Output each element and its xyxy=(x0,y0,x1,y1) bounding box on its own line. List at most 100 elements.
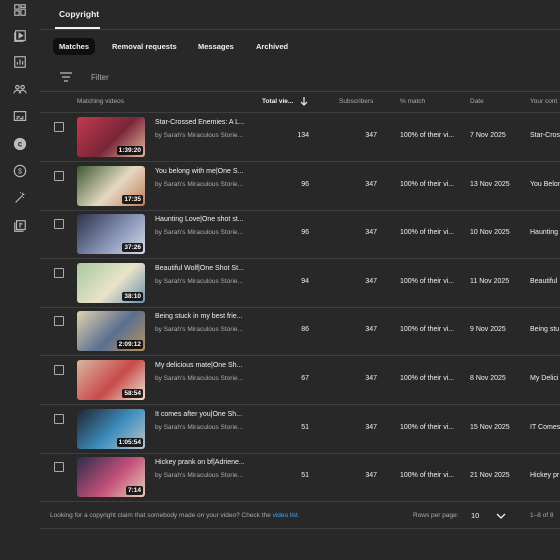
column-match[interactable]: % match xyxy=(400,98,425,105)
video-thumbnail[interactable]: 58:54 xyxy=(77,360,145,400)
match-date: 10 Nov 2025 xyxy=(470,229,510,237)
page-title: Copyright xyxy=(59,9,100,19)
your-content-title[interactable]: Beautiful xyxy=(530,278,557,285)
match-date: 8 Nov 2025 xyxy=(470,375,506,382)
your-content-title[interactable]: You Belon xyxy=(530,181,560,188)
table-row[interactable]: 2:09:12 Being stuck in my best frie... b… xyxy=(40,307,560,357)
column-subscribers[interactable]: Subscribers xyxy=(339,98,373,105)
tab-removal-requests[interactable]: Removal requests xyxy=(106,38,183,55)
match-percent: 100% of their vi... xyxy=(400,472,455,480)
table-row[interactable]: 38:10 Beautiful Wolf|One Shot St... by S… xyxy=(40,259,560,308)
analytics-icon[interactable] xyxy=(12,54,28,70)
row-checkbox[interactable] xyxy=(54,413,64,424)
column-total-views[interactable]: Total vie... xyxy=(262,98,293,105)
row-checkbox[interactable] xyxy=(54,365,64,375)
video-thumbnail[interactable]: 37:26 xyxy=(77,214,145,255)
table-row[interactable]: 58:54 My delicious mate|One Sh... by Sar… xyxy=(40,356,560,405)
row-checkbox[interactable] xyxy=(54,462,64,473)
video-channel[interactable]: by Sarah's Miraculous Storie... xyxy=(155,472,243,479)
copyright-icon[interactable]: c xyxy=(12,136,28,152)
rows-per-page-label: Rows per page: xyxy=(413,512,459,519)
row-checkbox[interactable] xyxy=(54,267,64,278)
video-thumbnail[interactable]: 1:05:54 xyxy=(77,408,145,449)
video-channel[interactable]: by Sarah's Miraculous Storie... xyxy=(155,326,243,333)
subscribers-count: 347 xyxy=(365,326,377,334)
table-row[interactable]: 37:26 Haunting Love|One shot st... by Sa… xyxy=(40,210,560,260)
video-title[interactable]: Beautiful Wolf|One Shot St... xyxy=(155,265,244,272)
table-row[interactable]: 17:35 You belong with me|One S... by Sar… xyxy=(40,162,560,211)
filter-bar[interactable]: Filter xyxy=(40,64,560,92)
video-channel[interactable]: by Sarah's Miraculous Storie... xyxy=(155,278,243,285)
match-date: 9 Nov 2025 xyxy=(470,326,506,334)
total-views: 94 xyxy=(301,277,309,285)
video-duration: 1:39:20 xyxy=(116,146,143,155)
table-row[interactable]: 1:05:54 It comes after you|One Sh... by … xyxy=(40,405,560,454)
subtitles-icon[interactable] xyxy=(12,108,28,124)
chevron-down-icon[interactable] xyxy=(496,512,506,520)
row-checkbox[interactable] xyxy=(54,316,64,327)
subscribers-count: 347 xyxy=(365,423,377,431)
content-icon[interactable] xyxy=(12,28,28,44)
your-content-title[interactable]: Haunting xyxy=(530,229,558,236)
match-date: 13 Nov 2025 xyxy=(470,180,510,188)
video-thumbnail[interactable]: 38:10 xyxy=(77,262,145,303)
video-channel[interactable]: by Sarah's Miraculous Storie... xyxy=(155,375,243,382)
your-content-title[interactable]: Being stu xyxy=(530,326,559,333)
video-duration: 38:10 xyxy=(122,291,143,301)
video-title[interactable]: My delicious mate|One Sh... xyxy=(155,362,242,369)
customization-icon[interactable] xyxy=(12,190,28,206)
your-content-title[interactable]: IT Comes xyxy=(530,424,560,431)
video-title[interactable]: It comes after you|One Sh... xyxy=(155,411,242,418)
rows-per-page-select[interactable]: 10 xyxy=(471,511,479,520)
sort-descending-icon[interactable] xyxy=(300,96,308,106)
video-channel[interactable]: by Sarah's Miraculous Storie... xyxy=(155,424,243,431)
row-divider xyxy=(40,501,560,503)
your-content-title[interactable]: Hickey pr xyxy=(530,472,559,479)
total-views: 51 xyxy=(301,472,309,480)
earn-icon[interactable]: $ xyxy=(12,163,28,179)
filter-icon[interactable] xyxy=(59,72,73,82)
video-thumbnail[interactable]: 2:09:12 xyxy=(77,311,145,352)
row-checkbox[interactable] xyxy=(54,122,64,132)
column-your-content[interactable]: Your cont xyxy=(530,98,557,105)
match-date: 7 Nov 2025 xyxy=(470,132,506,139)
dashboard-icon[interactable] xyxy=(12,2,28,18)
your-content-title[interactable]: My Delici xyxy=(530,375,558,382)
pagination-range: 1–8 of 8 xyxy=(530,512,554,519)
tab-messages[interactable]: Messages xyxy=(192,38,240,55)
row-checkbox[interactable] xyxy=(54,170,64,181)
video-title[interactable]: Hickey prank on bf|Adriene... xyxy=(155,459,245,466)
audio-library-icon[interactable] xyxy=(12,218,28,234)
video-title[interactable]: Being stuck in my best frie... xyxy=(155,313,243,320)
footer-help-label: Looking for a copyright claim that someb… xyxy=(50,512,271,519)
video-channel[interactable]: by Sarah's Miraculous Storie... xyxy=(155,132,243,139)
video-thumbnail[interactable]: 7:14 xyxy=(77,457,145,498)
video-thumbnail[interactable]: 17:35 xyxy=(77,165,145,206)
community-icon[interactable] xyxy=(12,81,28,97)
video-duration: 1:05:54 xyxy=(116,437,143,447)
tab-matches[interactable]: Matches xyxy=(53,38,96,55)
row-checkbox[interactable] xyxy=(54,219,64,230)
video-duration: 37:26 xyxy=(122,243,143,253)
column-date[interactable]: Date xyxy=(470,98,484,105)
video-title[interactable]: Star-Crossed Enemies: A L... xyxy=(155,119,245,126)
match-percent: 100% of their vi... xyxy=(400,132,455,139)
video-list-link[interactable]: video list. xyxy=(273,512,300,519)
subscribers-count: 347 xyxy=(365,277,377,285)
tab-archived[interactable]: Archived xyxy=(250,38,294,55)
header-divider xyxy=(40,29,560,30)
video-duration: 7:14 xyxy=(125,486,143,496)
filter-input[interactable]: Filter xyxy=(91,73,109,82)
video-title[interactable]: Haunting Love|One shot st... xyxy=(155,216,244,223)
table-row[interactable]: 1:39:20 Star-Crossed Enemies: A L... by … xyxy=(40,113,560,162)
video-title[interactable]: You belong with me|One S... xyxy=(155,168,243,175)
video-channel[interactable]: by Sarah's Miraculous Storie... xyxy=(155,229,243,236)
video-channel[interactable]: by Sarah's Miraculous Storie... xyxy=(155,181,243,188)
left-nav-rail: c $ xyxy=(0,0,40,560)
video-thumbnail[interactable]: 1:39:20 xyxy=(77,117,145,157)
table-row[interactable]: 7:14 Hickey prank on bf|Adriene... by Sa… xyxy=(40,453,560,503)
total-views: 134 xyxy=(297,132,309,139)
match-date: 21 Nov 2025 xyxy=(470,472,510,480)
total-views: 86 xyxy=(301,326,309,334)
your-content-title[interactable]: Star-Cross xyxy=(530,132,560,139)
